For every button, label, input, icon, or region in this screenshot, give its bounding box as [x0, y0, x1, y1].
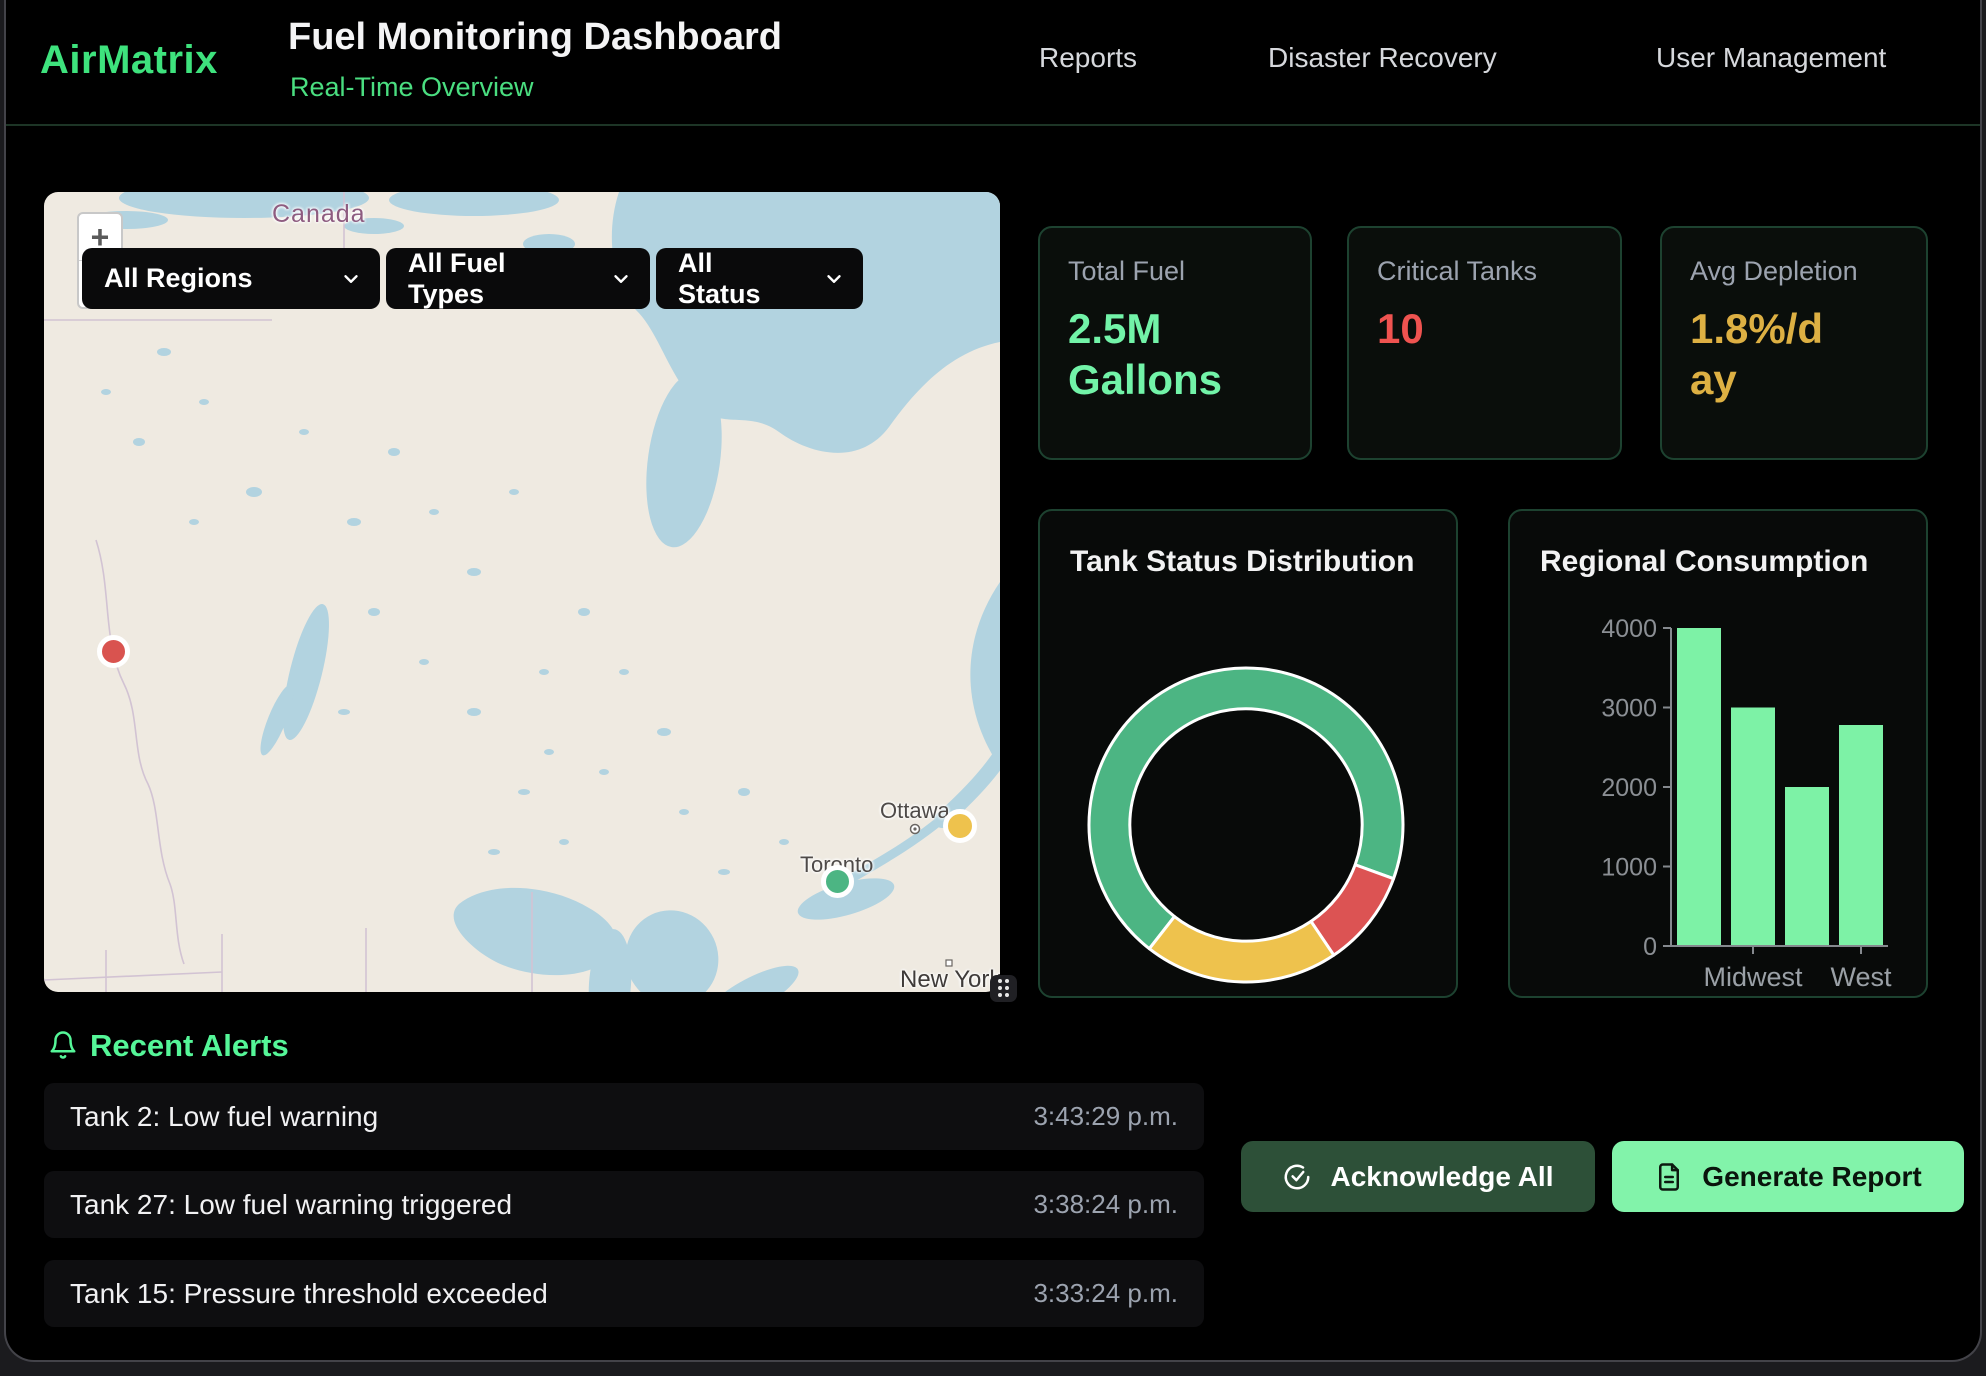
nav-disaster-recovery[interactable]: Disaster Recovery — [1268, 42, 1497, 74]
stat-card-avg-depletion: Avg Depletion 1.8%/day — [1660, 226, 1928, 460]
stat-label: Total Fuel — [1068, 256, 1282, 287]
chevron-down-icon — [340, 268, 362, 290]
chevron-down-icon — [610, 268, 632, 290]
map-filters: All Regions All Fuel Types All Status — [82, 248, 863, 309]
stat-value: 1.8%/day — [1690, 303, 1832, 405]
nav-reports[interactable]: Reports — [1039, 42, 1137, 74]
stat-card-total-fuel: Total Fuel 2.5M Gallons — [1038, 226, 1312, 460]
map-resize-handle[interactable] — [990, 975, 1017, 1002]
svg-text:2000: 2000 — [1601, 774, 1657, 802]
nav-user-management[interactable]: User Management — [1656, 42, 1886, 74]
alert-time: 3:33:24 p.m. — [1033, 1278, 1178, 1309]
check-circle-icon — [1282, 1162, 1312, 1192]
regional-consumption-bar-chart: 0 1000 2000 3000 4000 Midwest West — [1510, 511, 1926, 996]
bar-1 — [1731, 708, 1775, 947]
header: AirMatrix Fuel Monitoring Dashboard Real… — [6, 0, 1980, 126]
bar-2 — [1785, 787, 1829, 946]
dashboard-root: AirMatrix Fuel Monitoring Dashboard Real… — [4, 0, 1982, 1362]
page-title: Fuel Monitoring Dashboard — [288, 16, 782, 59]
status-filter-value: All Status — [678, 248, 797, 310]
warning-tank-marker[interactable] — [943, 809, 977, 843]
critical-tank-marker[interactable] — [97, 635, 130, 668]
alert-row[interactable]: Tank 15: Pressure threshold exceeded 3:3… — [44, 1260, 1204, 1327]
svg-text:4000: 4000 — [1601, 615, 1657, 643]
fuel-type-filter-dropdown[interactable]: All Fuel Types — [386, 248, 650, 309]
svg-text:0: 0 — [1643, 933, 1657, 961]
acknowledge-all-label: Acknowledge All — [1330, 1161, 1553, 1193]
alert-row[interactable]: Tank 27: Low fuel warning triggered 3:38… — [44, 1171, 1204, 1238]
bell-icon — [48, 1030, 78, 1065]
generate-report-label: Generate Report — [1702, 1161, 1921, 1193]
donut-segment-warning — [1149, 917, 1333, 982]
file-text-icon — [1654, 1162, 1684, 1192]
fuel-type-filter-value: All Fuel Types — [408, 248, 584, 310]
map-label-new-york: New York — [900, 966, 1000, 992]
stat-label: Critical Tanks — [1377, 256, 1592, 287]
tank-status-panel: Tank Status Distribution — [1038, 509, 1458, 998]
fuel-map[interactable]: Canada Ottawa Toronto New York + − All R… — [44, 192, 1000, 992]
region-filter-value: All Regions — [104, 263, 253, 294]
alert-message: Tank 27: Low fuel warning triggered — [70, 1189, 512, 1221]
svg-text:West: West — [1830, 962, 1892, 992]
stat-label: Avg Depletion — [1690, 256, 1898, 287]
page-subtitle: Real-Time Overview — [290, 72, 534, 103]
regional-consumption-panel: Regional Consumption 01000200030004000Mi… — [1508, 509, 1928, 998]
stat-value: 10 — [1377, 303, 1592, 354]
tank-status-donut-chart — [1040, 573, 1456, 993]
alert-time: 3:38:24 p.m. — [1033, 1189, 1178, 1220]
map-label-ottawa: Ottawa — [880, 798, 950, 824]
app-logo: AirMatrix — [40, 38, 218, 83]
normal-tank-marker[interactable] — [821, 865, 854, 898]
alert-row[interactable]: Tank 2: Low fuel warning 3:43:29 p.m. — [44, 1083, 1204, 1150]
svg-text:1000: 1000 — [1601, 854, 1657, 882]
alert-message: Tank 2: Low fuel warning — [70, 1101, 378, 1133]
stat-card-critical-tanks: Critical Tanks 10 — [1347, 226, 1622, 460]
acknowledge-all-button[interactable]: Acknowledge All — [1241, 1141, 1595, 1212]
svg-text:3000: 3000 — [1601, 695, 1657, 723]
chevron-down-icon — [823, 268, 845, 290]
alert-time: 3:43:29 p.m. — [1033, 1101, 1178, 1132]
recent-alerts-title: Recent Alerts — [90, 1028, 289, 1064]
bar-0 — [1677, 628, 1721, 946]
generate-report-button[interactable]: Generate Report — [1612, 1141, 1964, 1212]
map-label-canada: Canada — [272, 200, 366, 229]
region-filter-dropdown[interactable]: All Regions — [82, 248, 380, 309]
bar-3 — [1839, 725, 1883, 946]
svg-text:Midwest: Midwest — [1703, 962, 1803, 992]
alert-message: Tank 15: Pressure threshold exceeded — [70, 1278, 548, 1310]
status-filter-dropdown[interactable]: All Status — [656, 248, 863, 309]
stat-value: 2.5M Gallons — [1068, 303, 1282, 405]
